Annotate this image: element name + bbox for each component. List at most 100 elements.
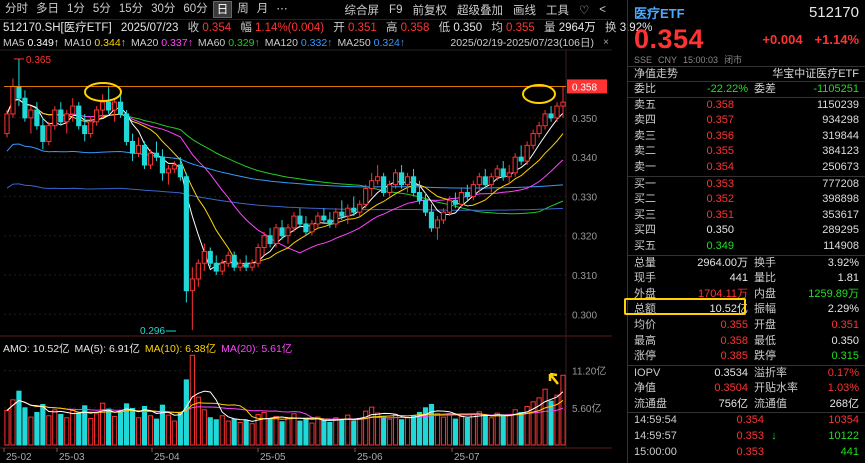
- volume-bar: [16, 390, 22, 446]
- candle-body: [309, 223, 315, 233]
- volume-bar: [387, 418, 393, 446]
- date-range: 2025/02/19-2025/07/23(106日): [450, 37, 594, 49]
- stat-label: 总量: [634, 256, 656, 269]
- order-book-row[interactable]: 卖四 0.357 934298: [628, 113, 865, 129]
- volume-bar: [518, 411, 524, 446]
- weibi-label: 委比: [634, 83, 656, 95]
- period-toolbar: 分时 多日 1分 5分 15分 30分 60分日周月 ⋯ 综合屏 F9 前复权 超级叠加 画线 工具 ♡ <: [0, 0, 612, 20]
- toolbar-right: 综合屏 F9 前复权 超级叠加 画线 工具 ♡ <: [335, 0, 606, 20]
- candle-body: [428, 211, 435, 229]
- stat-value: 441: [729, 272, 748, 285]
- volume-bar: [428, 403, 435, 446]
- toolbar-tool-3[interactable]: 超级叠加: [457, 2, 503, 18]
- candle-body: [225, 254, 231, 264]
- volume-bar: [554, 394, 560, 446]
- level-volume: 319844: [822, 129, 859, 142]
- order-book-row[interactable]: 买二 0.352 398898: [628, 192, 865, 208]
- candle-body: [404, 176, 411, 186]
- stat-row: 总量 2964.00万 换手 3.92%: [628, 256, 865, 272]
- order-book-row[interactable]: 卖一 0.354 250673: [628, 160, 865, 176]
- stat-row: 均价 0.355 开盘 0.351: [628, 318, 865, 334]
- stat-row: IOPV 0.3534 溢折率 0.17%: [628, 366, 865, 382]
- toolbar-tool-2[interactable]: 前复权: [412, 2, 447, 18]
- volume-bar: [213, 419, 219, 446]
- order-book-row[interactable]: 买四 0.350 289295: [628, 223, 865, 239]
- candle-body: [177, 164, 183, 178]
- candle-body: [207, 250, 213, 264]
- period-tab-8[interactable]: 周: [234, 1, 252, 18]
- high-label: 高 0.358: [385, 22, 430, 34]
- level-volume: 934298: [822, 114, 859, 127]
- volume-bar: [482, 415, 488, 446]
- quote-header: 医疗ETF 512170: [628, 0, 865, 24]
- level-volume: 114908: [823, 239, 859, 252]
- toolbar-tool-5[interactable]: 工具: [546, 2, 569, 18]
- period-tab-3[interactable]: 5分: [90, 1, 114, 18]
- toolbar-tool-4[interactable]: 画线: [513, 2, 536, 18]
- candle-body: [440, 211, 447, 221]
- toolbar-tool-6[interactable]: ♡: [579, 3, 589, 17]
- volume-bar: [321, 419, 327, 446]
- tick-time: 14:59:54: [634, 414, 677, 427]
- candle-body: [76, 105, 82, 127]
- security-name[interactable]: 医疗ETF: [634, 3, 685, 22]
- order-book-row[interactable]: 买一 0.353 777208: [628, 177, 865, 193]
- volume-bar: [303, 418, 309, 446]
- kline-chart[interactable]: 0.350 0.340 0.330 0.320 0.310 0.300 0.358 0.365…: [0, 0, 612, 463]
- candle-body: [82, 125, 88, 135]
- volume-bar: [201, 409, 207, 446]
- level-price: 0.349: [706, 239, 734, 252]
- toolbar-tool-0[interactable]: 综合屏: [345, 2, 380, 18]
- stat-label: 内盘: [754, 287, 776, 300]
- volume-bar: [129, 407, 136, 446]
- period-tab-6[interactable]: 60分: [180, 1, 210, 18]
- order-book-row[interactable]: 买三 0.351 353617: [628, 208, 865, 224]
- order-book-row[interactable]: 卖二 0.355 384123: [628, 144, 865, 160]
- low-label: 低 0.350: [438, 22, 483, 34]
- candle-body: [500, 168, 506, 178]
- level-price: 0.353: [706, 177, 734, 190]
- candle-body: [189, 278, 195, 292]
- price-tick-label: 0.330: [572, 192, 597, 203]
- toolbar-tool-1[interactable]: F9: [389, 4, 402, 16]
- stat-label: IOPV: [634, 366, 661, 379]
- close-icon[interactable]: ×: [603, 37, 609, 49]
- period-tab-5[interactable]: 30分: [148, 1, 178, 18]
- volume-label: 量 2964万: [544, 22, 596, 34]
- period-tab-9[interactable]: 月: [254, 1, 272, 18]
- candle-body: [291, 215, 297, 229]
- volume-bar: [369, 406, 375, 446]
- period-tab-0[interactable]: 分时: [2, 1, 31, 18]
- level-label: 卖一: [634, 160, 656, 173]
- order-book-row[interactable]: 卖五 0.358 1150239: [628, 98, 865, 114]
- close-label: 收 0.354: [187, 22, 232, 34]
- volume-tick-label: 5.60亿: [572, 402, 601, 415]
- candle-body: [165, 168, 172, 174]
- candle-body: [375, 176, 381, 182]
- order-book-row[interactable]: 卖三 0.356 319844: [628, 129, 865, 145]
- order-book-row[interactable]: 买五 0.349 114908: [628, 239, 865, 255]
- candle-body: [560, 101, 566, 107]
- period-tab-2[interactable]: 1分: [64, 1, 88, 18]
- volume-bar: [452, 418, 458, 446]
- volume-bar: [351, 420, 357, 446]
- change-label: 幅 1.14%(0.004): [240, 22, 325, 34]
- stat-value: 0.315: [831, 350, 859, 363]
- tick-time: 15:00:00: [634, 445, 677, 458]
- ma-value: 0.344↑: [94, 37, 126, 49]
- candle-body: [112, 101, 118, 111]
- period-tab-7[interactable]: 日: [212, 1, 233, 18]
- candle-body: [58, 109, 64, 123]
- volume-bar: [22, 407, 28, 446]
- volume-legend-item: MA(20): 5.61亿: [221, 343, 293, 355]
- candle-body: [476, 176, 482, 186]
- period-tab-4[interactable]: 15分: [116, 1, 146, 18]
- level-label: 买五: [634, 239, 656, 252]
- volume-bar: [470, 413, 476, 446]
- period-tab-10[interactable]: ⋯: [273, 1, 291, 18]
- nav-trend-link[interactable]: 净值走势: [634, 67, 678, 81]
- period-tab-1[interactable]: 多日: [33, 1, 62, 18]
- candle-body: [40, 125, 46, 142]
- toolbar-tool-7[interactable]: <: [599, 4, 606, 16]
- volume-bar: [410, 415, 417, 446]
